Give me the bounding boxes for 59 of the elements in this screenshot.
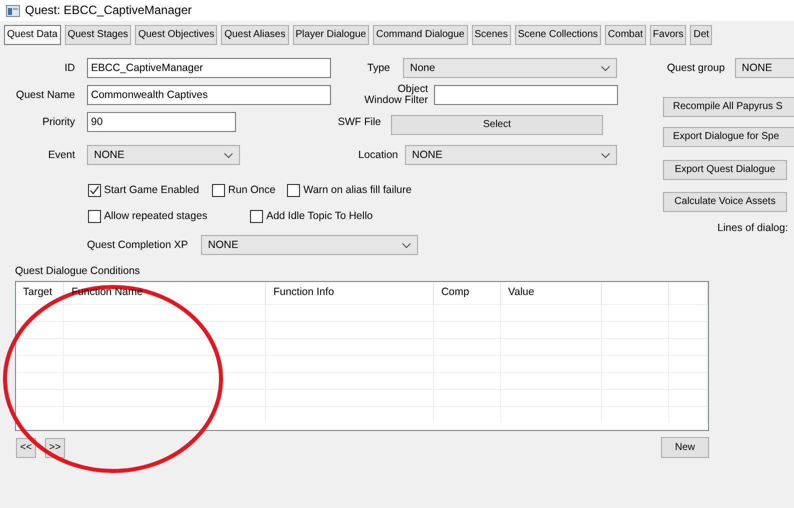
- section-label: Quest Dialogue Conditions: [15, 265, 140, 277]
- window-title: Quest: EBCC_CaptiveManager: [25, 3, 192, 18]
- id-field[interactable]: EBCC_CaptiveManager: [87, 58, 331, 78]
- column-header: Function Info: [273, 286, 334, 298]
- field-label: Event: [47, 148, 75, 162]
- column-header: Target: [23, 286, 52, 298]
- field-label: ID: [64, 62, 75, 74]
- lines-of-dialog-label: Lines of dialog:: [717, 222, 788, 234]
- checkbox[interactable]: [88, 210, 101, 222]
- column-header: Comp: [441, 286, 470, 298]
- quest-group-dropdown[interactable]: NONE: [734, 58, 794, 78]
- chevron-down-icon: [601, 152, 610, 158]
- checkbox[interactable]: [250, 210, 264, 222]
- checkbox-label: Add Idle Topic To Hello: [266, 210, 373, 222]
- tab[interactable]: Favors: [650, 25, 686, 45]
- field-label: Priority: [41, 116, 75, 128]
- previous-button[interactable]: <<: [16, 438, 36, 458]
- field-label: Quest Name: [15, 88, 75, 102]
- column-header: Value: [508, 286, 534, 298]
- tab[interactable]: Scene Collections: [514, 25, 601, 45]
- chevron-down-icon: [601, 66, 610, 70]
- action-button[interactable]: Calculate Voice Assets: [663, 192, 787, 212]
- tab[interactable]: Quest Stages: [64, 25, 132, 45]
- action-button[interactable]: Export Quest Dialogue: [663, 160, 787, 180]
- tab[interactable]: Command Dialogue: [373, 25, 468, 45]
- chevron-down-icon: [402, 242, 411, 248]
- type-dropdown[interactable]: None: [403, 58, 617, 78]
- field-label: SWF File: [336, 116, 381, 128]
- checkbox[interactable]: [212, 184, 226, 196]
- tab[interactable]: Quest Objectives: [135, 25, 218, 45]
- event-dropdown[interactable]: NONE: [87, 145, 240, 165]
- quest-name-field[interactable]: Commonwealth Captives: [87, 85, 331, 105]
- tab[interactable]: Quest Data: [4, 25, 61, 45]
- field-label: Location: [357, 148, 398, 162]
- checkbox-label: Run Once: [228, 184, 276, 196]
- chevron-down-icon: [224, 152, 233, 158]
- select-button[interactable]: Select: [391, 115, 603, 135]
- checkbox[interactable]: [287, 184, 300, 196]
- window-icon: [6, 4, 20, 16]
- checkbox-label: Start Game Enabled: [104, 184, 200, 196]
- tab[interactable]: Quest Aliases: [221, 25, 288, 45]
- field-label: Object Window Filter: [364, 84, 428, 106]
- location-dropdown[interactable]: NONE: [405, 145, 617, 165]
- tab[interactable]: Combat: [604, 25, 646, 45]
- field-label: Type: [366, 62, 390, 74]
- filter-field[interactable]: [434, 85, 618, 105]
- priority-field[interactable]: 90: [87, 112, 236, 132]
- completion-xp-dropdown[interactable]: NONE: [201, 235, 418, 255]
- tab[interactable]: Player Dialogue: [292, 25, 370, 45]
- checkbox-label: Warn on alias fill failure: [303, 184, 412, 196]
- field-label: Quest group: [667, 62, 725, 74]
- action-button[interactable]: Recompile All Papyrus S: [663, 97, 794, 117]
- field-label: Quest Completion XP: [87, 238, 189, 252]
- checkbox[interactable]: [88, 184, 101, 196]
- checkbox-label: Allow repeated stages: [104, 210, 208, 222]
- action-button[interactable]: Export Dialogue for Spe: [663, 127, 794, 147]
- tab[interactable]: Scenes: [472, 25, 511, 45]
- new-button[interactable]: New: [661, 437, 709, 458]
- tab[interactable]: Det: [690, 25, 712, 45]
